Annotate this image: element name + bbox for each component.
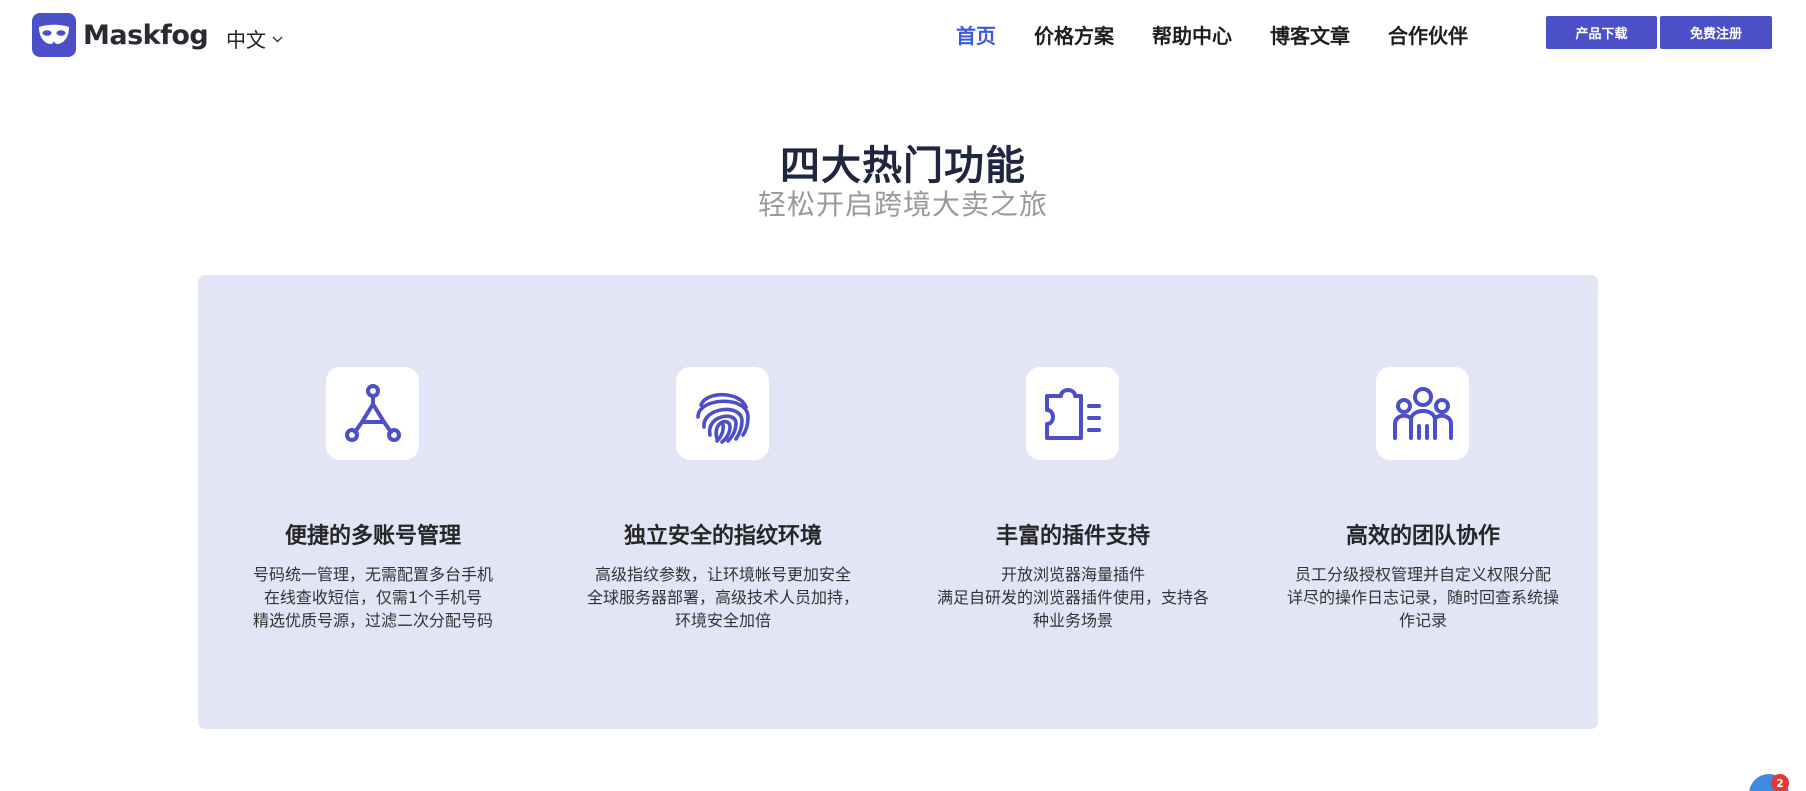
notification-badge: 2 xyxy=(1771,774,1789,791)
feature-description: 号码统一管理，无需配置多台手机 在线查收短信，仅需1个手机号 精选优质号源，过滤… xyxy=(218,563,528,632)
language-selector[interactable]: 中文 xyxy=(226,24,283,53)
brand-name: Maskfog xyxy=(83,19,209,51)
feature-desc-line: 详尽的操作日志记录，随时回查系统操 xyxy=(1286,588,1559,607)
feature-card: 高效的团队协作 员工分级授权管理并自定义权限分配 详尽的操作日志记录，随时回查系… xyxy=(1248,275,1598,729)
mask-icon xyxy=(32,13,76,57)
feature-description: 高级指纹参数，让环境帐号更加安全 全球服务器部署，高级技术人员加持， 环境安全加… xyxy=(568,563,878,632)
feature-desc-line: 在线查收短信，仅需1个手机号 xyxy=(263,588,483,607)
feature-desc-line: 号码统一管理，无需配置多台手机 xyxy=(252,565,493,584)
feature-desc-line: 全球服务器部署，高级技术人员加持， xyxy=(586,588,859,607)
nav-item-blog[interactable]: 博客文章 xyxy=(1270,20,1350,49)
features-panel: 便捷的多账号管理 号码统一管理，无需配置多台手机 在线查收短信，仅需1个手机号 … xyxy=(198,275,1598,729)
language-label: 中文 xyxy=(226,28,266,52)
nav-item-help[interactable]: 帮助中心 xyxy=(1152,20,1232,49)
nav-item-home[interactable]: 首页 xyxy=(956,20,996,49)
feature-desc-line: 员工分级授权管理并自定义权限分配 xyxy=(1294,565,1551,584)
puzzle-icon xyxy=(1044,387,1101,440)
feature-description: 员工分级授权管理并自定义权限分配 详尽的操作日志记录，随时回查系统操 作记录 xyxy=(1268,563,1578,632)
feature-desc-line: 环境安全加倍 xyxy=(674,611,771,630)
feature-desc-line: 开放浏览器海量插件 xyxy=(1000,565,1145,584)
header: Maskfog 中文 首页 价格方案 帮助中心 博客文章 合作伙伴 产品下载 免… xyxy=(0,0,1806,72)
feature-icon-box xyxy=(1026,367,1119,460)
feature-icon-box xyxy=(1376,367,1469,460)
feature-card: 独立安全的指纹环境 高级指纹参数，让环境帐号更加安全 全球服务器部署，高级技术人… xyxy=(548,275,898,729)
feature-icon-box xyxy=(326,367,419,460)
feature-desc-line: 作记录 xyxy=(1398,611,1447,630)
main-nav: 首页 价格方案 帮助中心 博客文章 合作伙伴 xyxy=(956,20,1468,49)
register-button[interactable]: 免费注册 xyxy=(1660,16,1772,49)
feature-title: 便捷的多账号管理 xyxy=(284,524,461,549)
feature-card: 便捷的多账号管理 号码统一管理，无需配置多台手机 在线查收短信，仅需1个手机号 … xyxy=(198,275,548,729)
feature-title: 独立安全的指纹环境 xyxy=(623,524,822,549)
feature-title: 丰富的插件支持 xyxy=(995,524,1150,549)
feature-icon-box xyxy=(676,367,769,460)
feature-desc-line: 种业务场景 xyxy=(1032,611,1113,630)
logo[interactable]: Maskfog xyxy=(32,13,209,57)
download-button[interactable]: 产品下载 xyxy=(1546,16,1657,49)
nav-item-pricing[interactable]: 价格方案 xyxy=(1034,20,1114,49)
fingerprint-icon xyxy=(695,392,750,444)
page: Maskfog 中文 首页 价格方案 帮助中心 博客文章 合作伙伴 产品下载 免… xyxy=(0,0,1806,791)
team-icon xyxy=(1392,386,1453,440)
feature-desc-line: 精选优质号源，过滤二次分配号码 xyxy=(252,611,493,630)
chevron-down-icon xyxy=(272,36,283,43)
feature-card: 丰富的插件支持 开放浏览器海量插件 满足自研发的浏览器插件使用，支持各 种业务场… xyxy=(898,275,1248,729)
feature-title: 高效的团队协作 xyxy=(1345,524,1500,549)
feature-description: 开放浏览器海量插件 满足自研发的浏览器插件使用，支持各 种业务场景 xyxy=(918,563,1228,632)
network-icon xyxy=(344,383,401,442)
section-subtitle: 轻松开启跨境大卖之旅 xyxy=(757,188,1048,221)
nav-item-partners[interactable]: 合作伙伴 xyxy=(1388,20,1468,49)
feature-desc-line: 高级指纹参数，让环境帐号更加安全 xyxy=(594,565,851,584)
feature-desc-line: 满足自研发的浏览器插件使用，支持各 xyxy=(936,588,1209,607)
